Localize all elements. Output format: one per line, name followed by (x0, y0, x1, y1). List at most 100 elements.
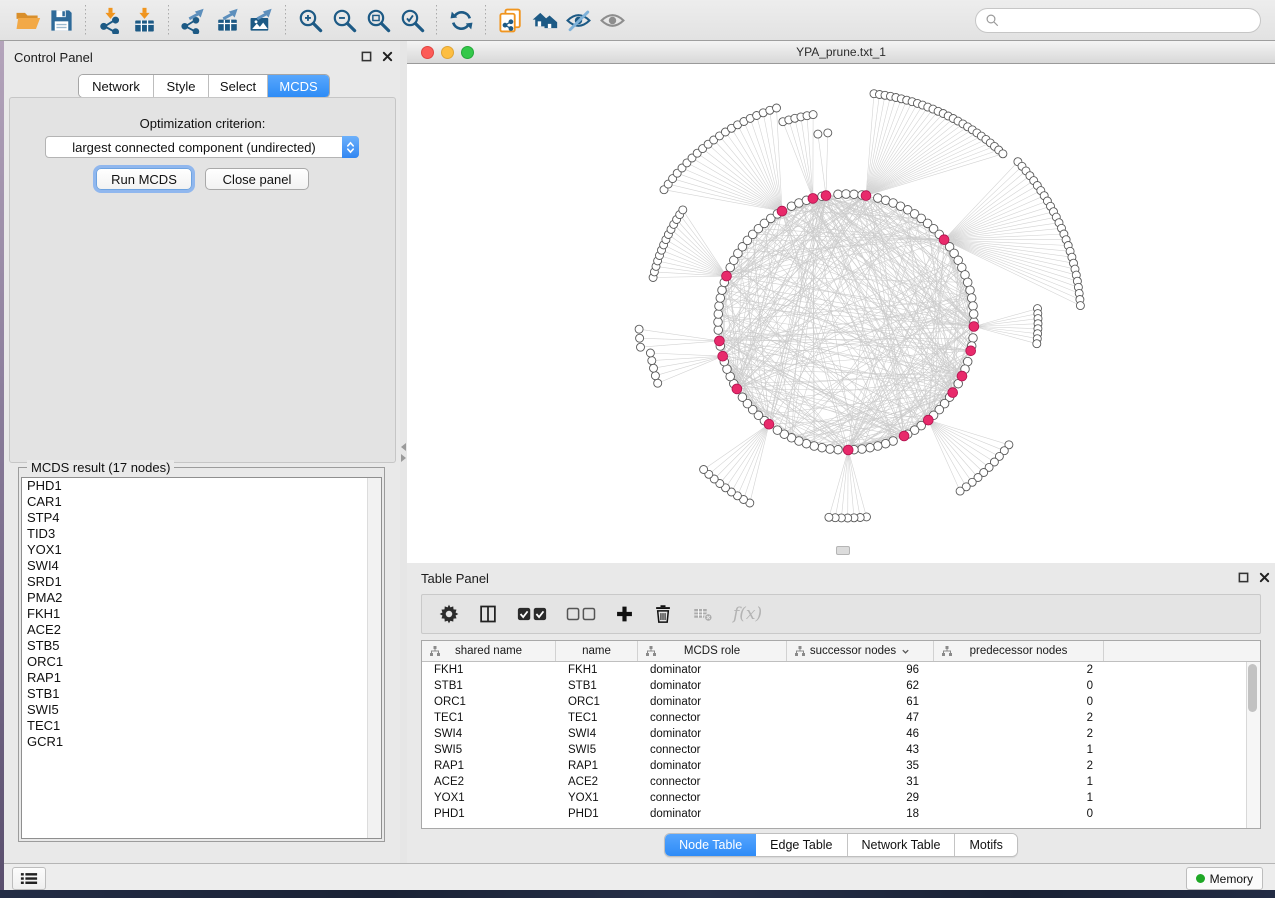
table-cell[interactable]: 0 (934, 694, 1104, 710)
table-cell[interactable]: ORC1 (422, 694, 556, 710)
tab-network-table[interactable]: Network Table (848, 834, 956, 856)
network-graph[interactable] (407, 64, 1275, 563)
zoom-in-icon[interactable] (293, 5, 327, 35)
table-row[interactable]: FKH1FKH1dominator962 (422, 662, 1260, 678)
duplicate-network-icon[interactable] (493, 5, 527, 35)
table-cell[interactable]: RAP1 (556, 758, 638, 774)
table-cell[interactable]: 1 (934, 790, 1104, 806)
table-row[interactable]: YOX1YOX1connector291 (422, 790, 1260, 806)
mcds-result-item[interactable]: GCR1 (22, 734, 381, 750)
mcds-result-item[interactable]: STB1 (22, 686, 381, 702)
table-cell[interactable]: dominator (638, 758, 787, 774)
table-cell[interactable]: 35 (787, 758, 934, 774)
mcds-result-item[interactable]: ACE2 (22, 622, 381, 638)
float-panel-icon[interactable] (360, 50, 373, 63)
save-session-icon[interactable] (44, 5, 78, 35)
table-cell[interactable]: dominator (638, 678, 787, 694)
column-header-successor-nodes[interactable]: successor nodes (787, 641, 934, 661)
network-titlebar[interactable]: YPA_prune.txt_1 (407, 41, 1275, 64)
mcds-result-item[interactable]: ORC1 (22, 654, 381, 670)
table-cell[interactable]: 2 (934, 726, 1104, 742)
table-scrollbar-thumb[interactable] (1248, 664, 1257, 712)
mcds-result-item[interactable]: RAP1 (22, 670, 381, 686)
task-history-button[interactable] (12, 867, 46, 890)
table-cell[interactable]: ACE2 (556, 774, 638, 790)
deselect-all-rows-icon[interactable] (566, 603, 596, 625)
refresh-view-icon[interactable] (444, 5, 478, 35)
export-network-icon[interactable] (176, 5, 210, 35)
mcds-result-item[interactable]: TEC1 (22, 718, 381, 734)
table-cell[interactable]: YOX1 (422, 790, 556, 806)
show-all-icon[interactable] (595, 5, 629, 35)
tab-network[interactable]: Network (79, 75, 154, 97)
mcds-result-item[interactable]: PMA2 (22, 590, 381, 606)
table-cell[interactable]: 61 (787, 694, 934, 710)
table-cell[interactable]: SWI4 (422, 726, 556, 742)
mcds-result-list[interactable]: PHD1CAR1STP4TID3YOX1SWI4SRD1PMA2FKH1ACE2… (21, 477, 382, 839)
collapse-left-icon[interactable] (401, 443, 406, 451)
tab-select[interactable]: Select (209, 75, 268, 97)
table-cell[interactable]: connector (638, 710, 787, 726)
mcds-result-item[interactable]: PHD1 (22, 478, 381, 494)
tab-node-table[interactable]: Node Table (665, 834, 756, 856)
table-cell[interactable]: ACE2 (422, 774, 556, 790)
table-cell[interactable]: 2 (934, 710, 1104, 726)
mcds-result-item[interactable]: FKH1 (22, 606, 381, 622)
table-row[interactable]: STB1STB1dominator620 (422, 678, 1260, 694)
table-cell[interactable]: 62 (787, 678, 934, 694)
column-header-shared-name[interactable]: shared name (422, 641, 556, 661)
table-cell[interactable]: 31 (787, 774, 934, 790)
table-cell[interactable]: dominator (638, 726, 787, 742)
zoom-selected-icon[interactable] (395, 5, 429, 35)
table-row[interactable]: TEC1TEC1connector472 (422, 710, 1260, 726)
table-cell[interactable]: 29 (787, 790, 934, 806)
search-input[interactable] (1000, 10, 1260, 32)
table-cell[interactable]: 1 (934, 774, 1104, 790)
table-cell[interactable]: YOX1 (556, 790, 638, 806)
close-panel-button[interactable]: Close panel (205, 168, 309, 190)
mcds-result-item[interactable]: STP4 (22, 510, 381, 526)
hide-selected-icon[interactable] (561, 5, 595, 35)
search-box[interactable] (975, 8, 1261, 33)
mcds-result-item[interactable]: SRD1 (22, 574, 381, 590)
mcds-result-item[interactable]: SWI5 (22, 702, 381, 718)
table-cell[interactable]: STB1 (556, 678, 638, 694)
tab-mcds[interactable]: MCDS (268, 75, 329, 97)
table-cell[interactable]: 2 (934, 662, 1104, 678)
table-cell[interactable]: dominator (638, 806, 787, 822)
table-cell[interactable]: FKH1 (556, 662, 638, 678)
export-table-icon[interactable] (210, 5, 244, 35)
table-cell[interactable]: dominator (638, 662, 787, 678)
mcds-list-scrollbar[interactable] (367, 478, 381, 838)
tab-edge-table[interactable]: Edge Table (756, 834, 847, 856)
table-scrollbar[interactable] (1246, 662, 1260, 828)
network-canvas[interactable] (407, 64, 1275, 563)
zoom-fit-icon[interactable] (361, 5, 395, 35)
column-header-name[interactable]: name (556, 641, 638, 661)
float-table-panel-icon[interactable] (1237, 571, 1250, 584)
table-cell[interactable]: 47 (787, 710, 934, 726)
mcds-result-item[interactable]: YOX1 (22, 542, 381, 558)
table-cell[interactable]: 43 (787, 742, 934, 758)
table-row[interactable]: PHD1PHD1dominator180 (422, 806, 1260, 822)
tab-style[interactable]: Style (154, 75, 209, 97)
table-row[interactable]: ORC1ORC1dominator610 (422, 694, 1260, 710)
table-cell[interactable]: RAP1 (422, 758, 556, 774)
mcds-result-item[interactable]: SWI4 (22, 558, 381, 574)
table-row[interactable]: SWI5SWI5connector431 (422, 742, 1260, 758)
table-options-gear-icon[interactable] (439, 603, 459, 625)
tab-motifs[interactable]: Motifs (955, 834, 1016, 856)
zoom-out-icon[interactable] (327, 5, 361, 35)
mcds-result-item[interactable]: STB5 (22, 638, 381, 654)
table-cell[interactable]: ORC1 (556, 694, 638, 710)
select-all-rows-icon[interactable] (517, 603, 547, 625)
column-editor-icon[interactable] (478, 603, 498, 625)
table-cell[interactable]: connector (638, 742, 787, 758)
import-network-icon[interactable] (93, 5, 127, 35)
table-cell[interactable]: 46 (787, 726, 934, 742)
table-cell[interactable]: TEC1 (422, 710, 556, 726)
mcds-result-item[interactable]: CAR1 (22, 494, 381, 510)
table-cell[interactable]: 0 (934, 806, 1104, 822)
close-table-panel-icon[interactable] (1258, 571, 1271, 584)
table-row[interactable]: RAP1RAP1dominator352 (422, 758, 1260, 774)
